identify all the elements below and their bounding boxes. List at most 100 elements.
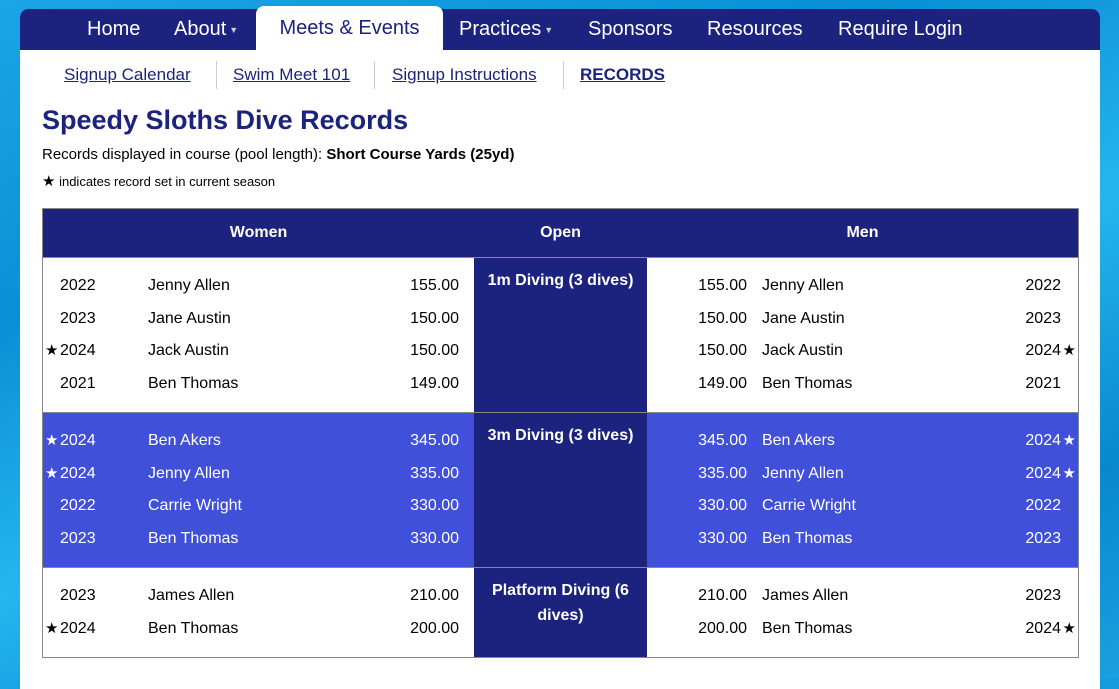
record-score: 150.00 [698,335,747,368]
nav-meets-events[interactable]: Meets & Events [256,6,443,50]
record-name: Ben Thomas [148,613,238,646]
record-score: 149.00 [410,368,459,401]
record-row: 2021 Ben Thomas 149.00 [43,368,474,401]
record-name: Jenny Allen [762,270,844,303]
nav-sponsors[interactable]: Sponsors [588,9,673,50]
star-icon: ★ [45,613,58,646]
record-row: 2023Ben Thomas330.00 [43,523,474,556]
record-name: Jack Austin [148,335,229,368]
record-year: 2024 [1025,458,1061,491]
star-icon: ★ [45,458,58,491]
record-score: 330.00 [698,523,747,556]
caret-down-icon: ▼ [229,25,238,35]
subnav-swim-meet-101[interactable]: Swim Meet 101 [233,64,350,86]
record-name: Ben Akers [762,425,835,458]
record-name: Ben Thomas [762,613,852,646]
record-score: 335.00 [410,458,459,491]
nav-practices[interactable]: Practices▼ [459,9,553,50]
divider [374,61,375,89]
course-label: Records displayed in course (pool length… [42,146,322,163]
record-row: ★2024Jenny Allen335.00 [647,458,1078,491]
record-score: 155.00 [410,270,459,303]
nav-about[interactable]: About▼ [174,9,238,50]
star-icon: ★ [1063,425,1076,458]
record-row: ★2024Ben Thomas200.00 [647,613,1078,646]
record-name: Jenny Allen [762,458,844,491]
page-title: Speedy Sloths Dive Records [42,105,408,136]
record-score: 200.00 [698,613,747,646]
record-row: 2023James Allen210.00 [647,580,1078,613]
record-year: 2023 [1025,303,1061,336]
nav-label: Require Login [838,18,963,40]
record-score: 330.00 [698,490,747,523]
nav-label: About [174,18,226,40]
record-score: 210.00 [698,580,747,613]
subnav-signup-calendar[interactable]: Signup Calendar [64,64,191,86]
star-icon: ★ [42,173,55,190]
nav-require-login[interactable]: Require Login [838,9,963,50]
record-row: 2022Jenny Allen155.00 [43,270,474,303]
record-name: Carrie Wright [762,490,856,523]
star-icon: ★ [1063,613,1076,646]
record-year: 2024 [1025,425,1061,458]
subnav-signup-instructions[interactable]: Signup Instructions [392,64,537,86]
record-row: 2022Jenny Allen155.00 [647,270,1078,303]
record-row: 2023Ben Thomas330.00 [647,523,1078,556]
divider [563,61,564,89]
record-year: 2022 [1025,490,1061,523]
star-icon: ★ [1063,335,1076,368]
record-score: 345.00 [410,425,459,458]
record-year: 2023 [1025,580,1061,613]
event-name: 1m Diving (3 dives) [474,258,647,413]
record-score: 330.00 [410,490,459,523]
record-name: James Allen [148,580,234,613]
content-panel: Home About▼ Meets & Events Practices▼ Sp… [20,9,1100,689]
record-score: 330.00 [410,523,459,556]
record-score: 155.00 [698,270,747,303]
record-score: 200.00 [410,613,459,646]
women-records: ★2024 Ben Akers 345.00★2024 Jenny Allen 335.… [43,413,475,568]
record-name: Ben Thomas [762,523,852,556]
header-open: Open [474,209,647,258]
record-row: ★2024Ben Thomas200.00 [43,613,474,646]
course-info: Records displayed in course (pool length… [42,146,514,163]
caret-down-icon: ▼ [544,25,553,35]
event-name: 3m Diving (3 dives) [474,413,647,568]
star-icon: ★ [45,425,58,458]
record-row: ★2024 Jack Austin 150.00 [647,335,1078,368]
men-records: ★2024Ben Akers345.00★2024Jenny Allen335.… [647,413,1079,568]
record-year: 2024 [1025,335,1061,368]
event-group: ★2024Ben Akers345.00★2024Jenny Allen335.… [43,413,1079,568]
nav-home[interactable]: Home [87,9,140,50]
event-group: 2022Jenny Allen155.002023Jane Austin150.… [43,258,1079,413]
record-row: 2022 Carrie Wright 330.00 [647,490,1078,523]
record-name: Jenny Allen [148,458,230,491]
star-legend: ★ indicates record set in current season [42,172,275,190]
nav-label: Home [87,18,140,40]
record-name: Ben Akers [148,425,221,458]
record-year: 2021 [1025,368,1061,401]
record-year: 2022 [60,270,96,303]
men-records: 2022Jenny Allen155.002023Jane Austin150.… [647,258,1079,413]
record-score: 150.00 [410,303,459,336]
record-score: 335.00 [698,458,747,491]
divider [216,61,217,89]
record-year: 2021 [60,368,96,401]
record-name: Ben Thomas [148,368,238,401]
event-group: 2023James Allen210.00★2024Ben Thomas200.… [43,568,1079,658]
record-name: Jane Austin [148,303,231,336]
record-year: 2023 [60,523,96,556]
nav-resources[interactable]: Resources [707,9,803,50]
records-table: Women Open Men 2022Jenny Allen155.002023… [42,208,1079,658]
record-row: 2023James Allen210.00 [43,580,474,613]
men-records: 2023James Allen210.00★2024Ben Thomas200.… [647,568,1079,658]
record-row: ★2024Ben Akers345.00 [647,425,1078,458]
record-row: 2022Carrie Wright330.00 [43,490,474,523]
nav-label: Sponsors [588,18,673,40]
record-row: ★2024 Jenny Allen 335.00 [43,458,474,491]
record-year: 2024 [60,458,96,491]
subnav-records[interactable]: RECORDS [580,64,665,86]
record-name: Jack Austin [762,335,843,368]
record-row: ★2024Jack Austin150.00 [43,335,474,368]
record-year: 2023 [60,303,96,336]
